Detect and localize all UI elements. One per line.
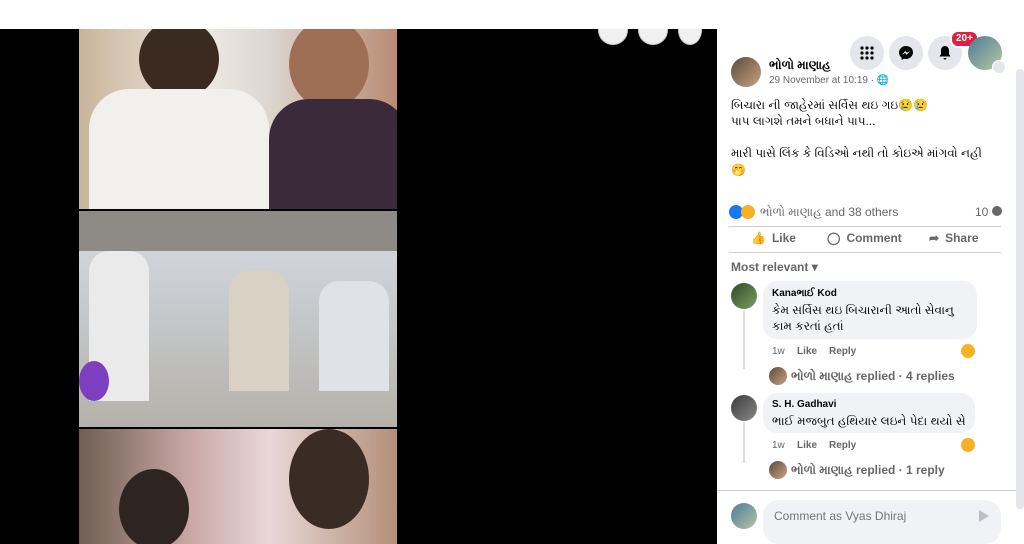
post-text-line-4: 🤭	[731, 163, 746, 177]
comment-like-link[interactable]: Like	[797, 440, 817, 451]
grid-icon	[860, 46, 874, 60]
globe-icon: 🌐	[876, 75, 890, 86]
messenger-button[interactable]	[889, 36, 923, 70]
post-text-line-1: બિચારા ની જાહેરમાં સર્વિસ થઇ ગઇ😢😢	[731, 98, 928, 112]
reply-author-avatar	[769, 367, 787, 385]
photo-panel-middle	[79, 211, 397, 427]
comment-bubble: Kanaભાઈ Kod કેમ સર્વિસ થઇ બિચારાની આતો સ…	[763, 281, 977, 339]
top-white-bar	[0, 0, 1024, 29]
haha-reaction-icon	[741, 205, 755, 219]
comment-like-link[interactable]: Like	[797, 346, 817, 357]
comment-reply-link[interactable]: Reply	[829, 346, 856, 357]
comment-text-line-1: કેમ સર્વિસ થઇ બિચારાની આતો સેવાનુ	[772, 303, 954, 317]
share-button[interactable]: ➦ Share	[929, 231, 978, 245]
comment-composer[interactable]	[763, 500, 1001, 544]
zoom-out-button[interactable]	[598, 29, 628, 45]
photo-viewer	[0, 29, 717, 544]
comment-author[interactable]: S. H. Gadhavi	[772, 399, 836, 410]
composer-avatar	[731, 503, 757, 529]
divider	[729, 252, 1001, 253]
bell-icon	[939, 46, 951, 60]
reply-author-avatar	[769, 461, 787, 479]
like-label: Like	[771, 231, 796, 245]
comments-count[interactable]: 10	[975, 205, 1002, 219]
comment-time[interactable]: 1w	[772, 346, 785, 357]
reactions-summary[interactable]: ભોળો માણાહ and 38 others	[760, 205, 898, 220]
comment-text-line-1: ભાઈ મજબુત હથિયાર લઇને પેદા થયો સે	[772, 414, 966, 428]
sort-dropdown[interactable]: Most relevant ▾	[731, 260, 818, 274]
haha-reaction-icon	[961, 438, 975, 452]
haha-reaction-icon	[961, 344, 975, 358]
fullscreen-button[interactable]	[678, 29, 702, 45]
menu-button[interactable]	[850, 36, 884, 70]
account-chevron-down-icon[interactable]	[992, 60, 1006, 74]
photo-panel-top	[79, 29, 397, 209]
comment-icon: ◯	[827, 231, 841, 245]
comment-bubble: S. H. Gadhavi ભાઈ મજબુત હથિયાર લઇને પેદા…	[763, 393, 975, 433]
divider	[717, 490, 1016, 491]
post-side-panel: 20+ ભોળો માણાહ 29 November at 10:19 · 🌐 …	[717, 29, 1024, 544]
comment-label: Comment	[846, 231, 902, 245]
post-text-line-3: મારી પાસે લિંક કે વિડિઓ નથી તો કોઇએ માંગ…	[731, 146, 982, 160]
thread-line	[743, 311, 745, 369]
like-button[interactable]: 👍 Like	[751, 231, 796, 245]
share-label: Share	[945, 231, 979, 245]
post-timestamp[interactable]: 29 November at 10:19 · 🌐	[769, 75, 889, 86]
comment-author[interactable]: Kanaભાઈ Kod	[772, 288, 837, 299]
zoom-in-button[interactable]	[638, 29, 668, 45]
post-author-avatar[interactable]	[731, 57, 761, 87]
thumbs-up-icon: 👍	[751, 231, 766, 245]
view-replies-link[interactable]: ભોળો માણાહ replied · 4 replies	[791, 369, 955, 384]
photo-panel-bottom	[79, 429, 397, 544]
commenter-avatar[interactable]	[731, 283, 757, 309]
comment-input[interactable]	[772, 506, 986, 526]
post-text-line-2: પાપ લાગશે તમને બધાને પાપ...	[731, 114, 876, 128]
post-author-name[interactable]: ભોળો માણાહ	[769, 58, 831, 73]
send-icon[interactable]	[979, 510, 989, 522]
share-icon: ➦	[929, 231, 940, 245]
comment-text-line-2: કામ કરતાં હતાં	[772, 319, 844, 333]
comment-time[interactable]: 1w	[772, 440, 785, 451]
thread-line	[743, 423, 745, 463]
commenter-avatar[interactable]	[731, 395, 757, 421]
comment-bubble-icon	[991, 206, 1002, 216]
messenger-icon	[899, 46, 913, 60]
caret-down-icon: ▾	[811, 260, 818, 274]
comment-button[interactable]: ◯ Comment	[827, 231, 902, 245]
comment-reply-link[interactable]: Reply	[829, 440, 856, 451]
scrollbar[interactable]	[1016, 69, 1024, 509]
divider	[729, 226, 1001, 227]
view-replies-link[interactable]: ભોળો માણાહ replied · 1 reply	[791, 463, 945, 478]
